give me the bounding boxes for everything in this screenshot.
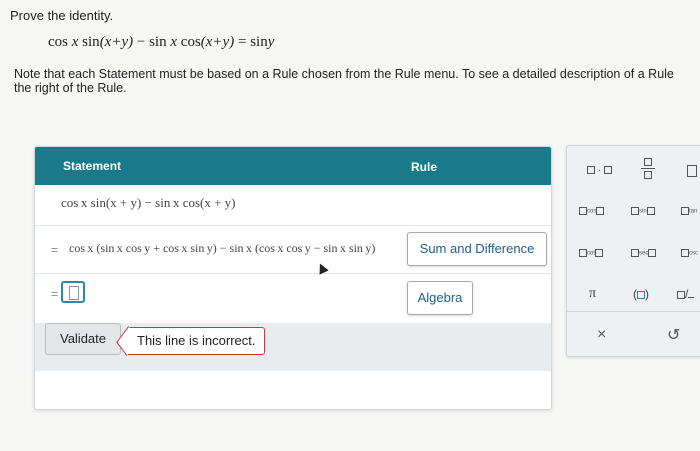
identity-token: cos: [48, 34, 68, 50]
statement-input[interactable]: [61, 281, 85, 303]
cot-product-button[interactable]: cot: [579, 248, 604, 259]
palette-divider: [567, 311, 700, 312]
note-line-1: Note that each Statement must be based o…: [14, 67, 674, 81]
statement-text: cos x sin(x + y) − sin x cos(x + y): [61, 195, 236, 210]
tan-product-button[interactable]: tan: [681, 206, 697, 217]
table-header: Statement Rule: [35, 147, 551, 185]
identity-token: (x+y): [200, 34, 235, 50]
undo-icon[interactable]: ↺: [667, 325, 680, 345]
identity-expression: cos x sin(x+y) − sin x cos(x+y) = siny: [48, 34, 274, 51]
math-palette: · cos sin tan cot sec csc π () / × ↺: [566, 145, 700, 357]
rule-select-sum-and-difference[interactable]: Sum and Difference: [407, 232, 547, 266]
note-line-2: the right of the Rule.: [14, 81, 127, 95]
radical-button[interactable]: /: [677, 287, 695, 301]
row-divider: [35, 273, 551, 274]
parentheses-button[interactable]: (): [633, 287, 649, 301]
clear-icon[interactable]: ×: [597, 326, 606, 344]
error-text: This line is incorrect.: [137, 333, 256, 348]
csc-product-button[interactable]: csc: [681, 248, 698, 259]
statement-text: cos x (sin x cos y + cos x sin y) − sin …: [69, 241, 376, 255]
sin-product-button[interactable]: sin: [631, 206, 655, 217]
prompt-text: Prove the identity.: [10, 8, 114, 23]
identity-token: =: [237, 34, 247, 50]
sec-product-button[interactable]: sec: [631, 248, 657, 259]
identity-token: sin: [149, 34, 167, 50]
equals-sign: =: [51, 243, 59, 257]
equals-sign: =: [51, 287, 59, 301]
rule-select-algebra[interactable]: Algebra: [407, 281, 473, 315]
fraction-button[interactable]: [641, 158, 655, 179]
cos-product-button[interactable]: cos: [579, 206, 605, 217]
identity-token: −: [136, 34, 146, 50]
identity-token: x: [170, 34, 178, 50]
identity-token: x: [71, 34, 79, 50]
header-statement: Statement: [63, 159, 122, 173]
pi-button[interactable]: π: [589, 286, 596, 302]
identity-token: sin: [250, 34, 268, 50]
instructions-note: Note that each Statement must be based o…: [14, 67, 700, 95]
multiply-dot-button[interactable]: ·: [587, 165, 612, 176]
header-rule: Rule: [411, 160, 438, 174]
identity-token: cos: [180, 34, 201, 50]
validate-button[interactable]: Validate: [45, 323, 121, 355]
identity-token: sin: [82, 34, 100, 50]
row-divider: [35, 225, 551, 226]
identity-token: y: [267, 34, 275, 50]
proof-panel: Statement Rule cos x sin(x + y) − sin x …: [34, 146, 552, 410]
box-button[interactable]: [687, 165, 697, 177]
identity-token: (x+y): [99, 34, 134, 50]
error-message: This line is incorrect.: [127, 327, 265, 355]
